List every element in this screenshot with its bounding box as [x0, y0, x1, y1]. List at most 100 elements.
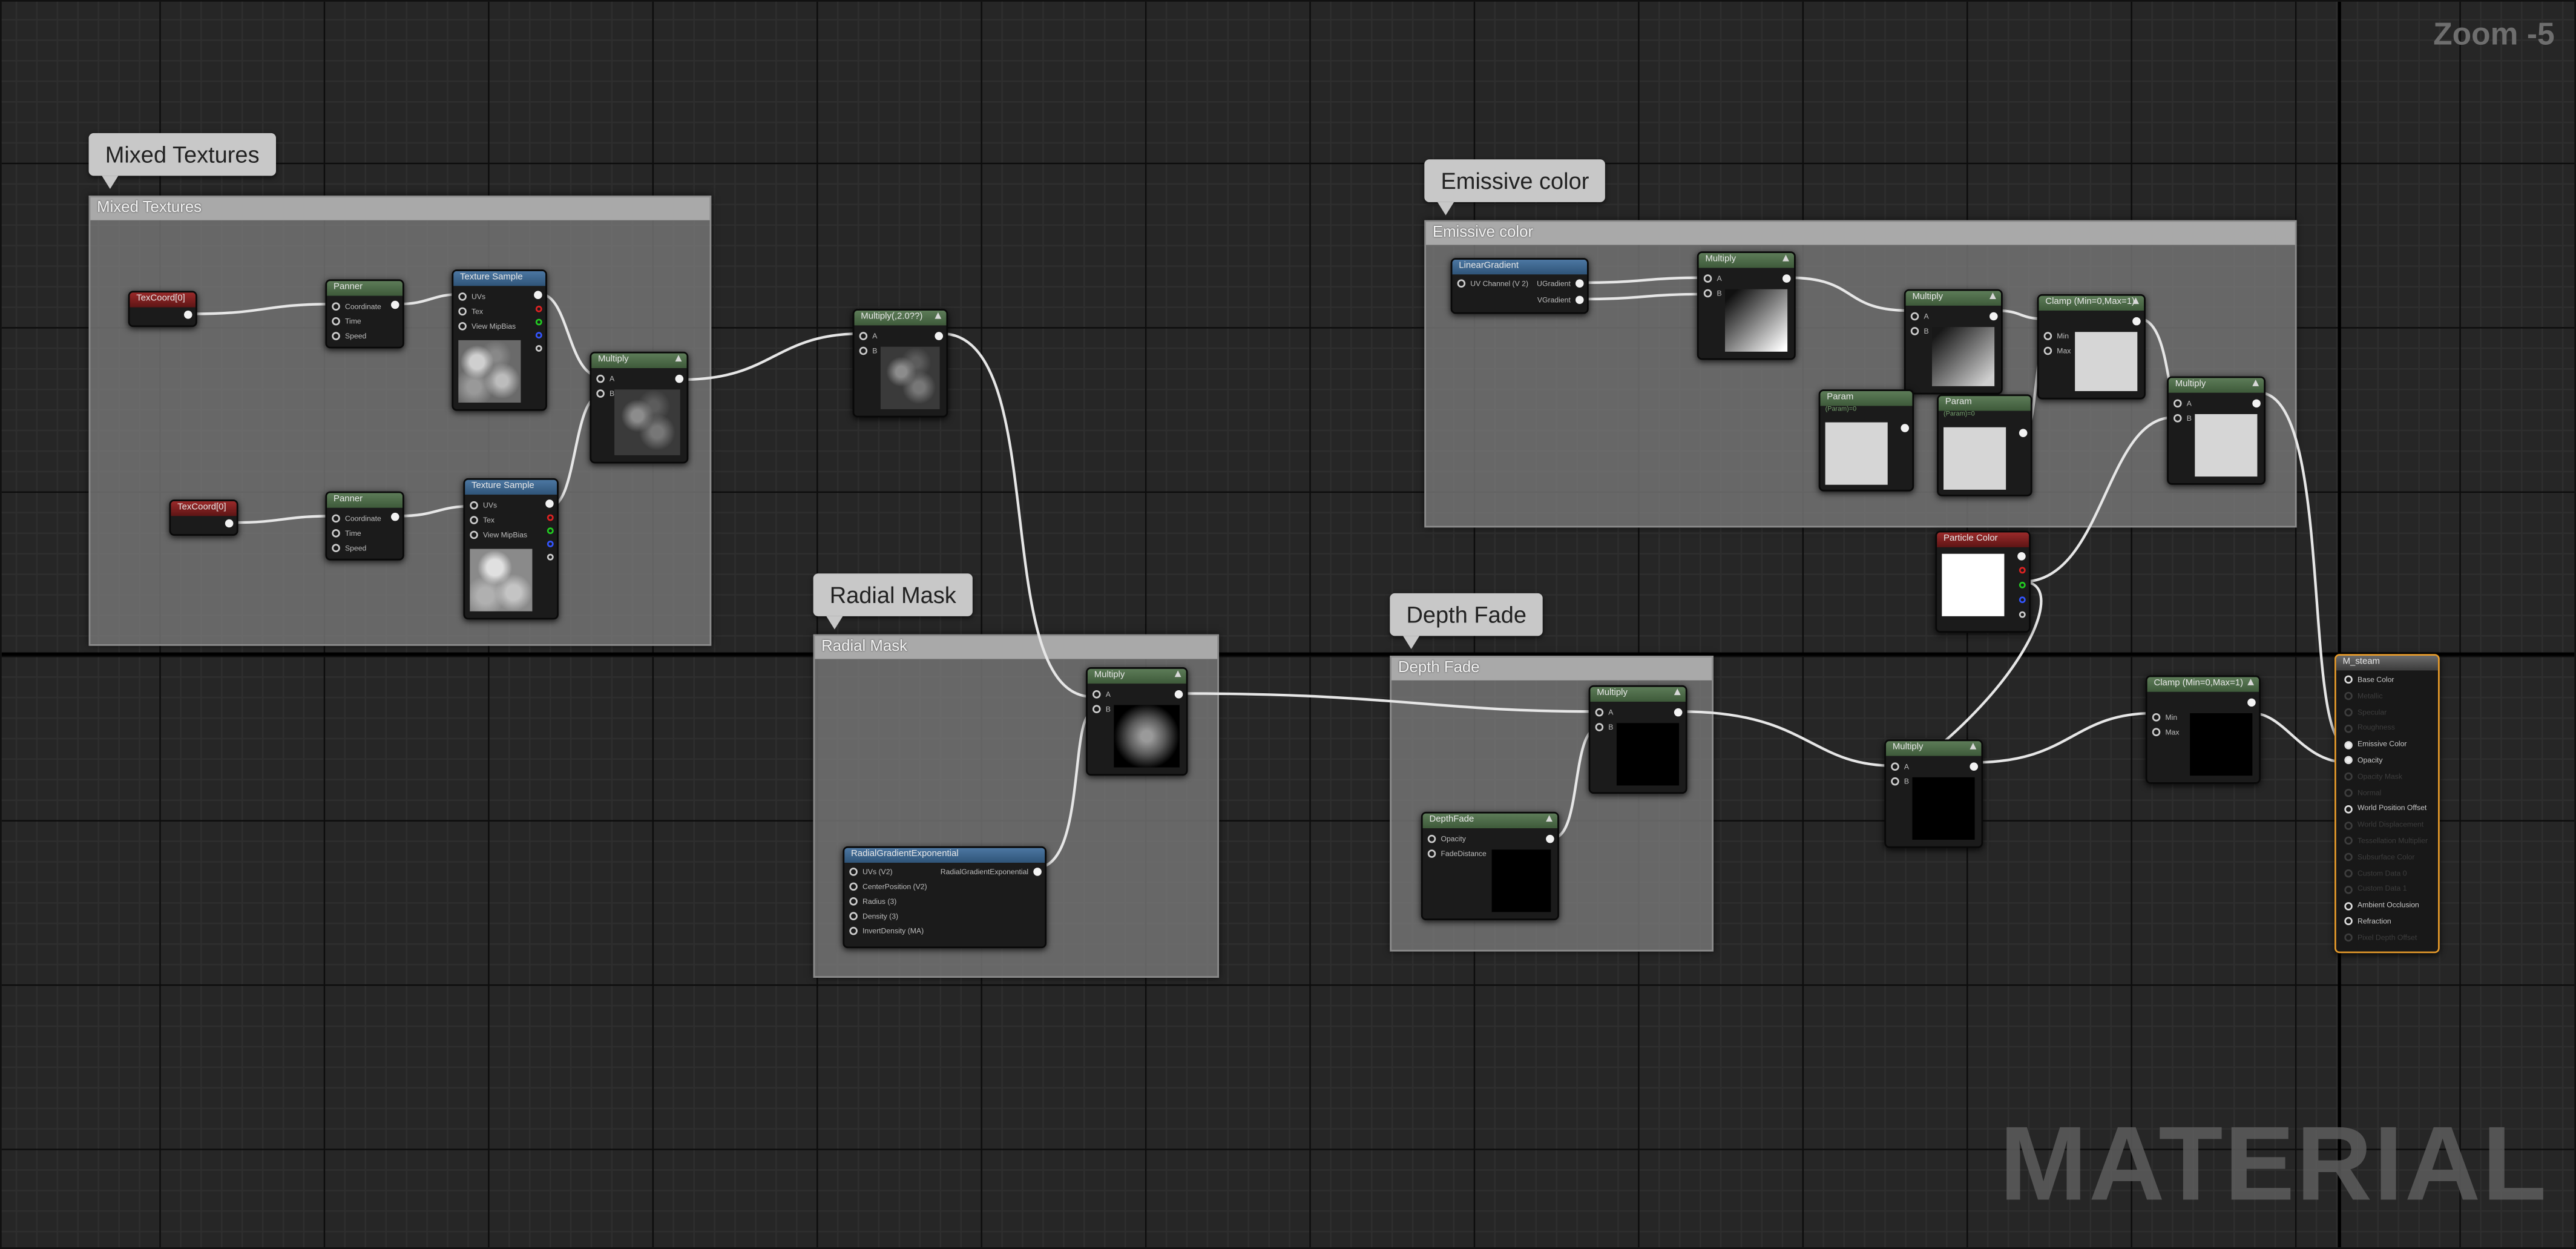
result-pin[interactable]: Subsurface Color	[2344, 852, 2414, 862]
collapse-arrow-icon[interactable]	[1174, 670, 1181, 677]
multiply-node[interactable]: Multiply A B	[1884, 739, 1983, 848]
collapse-arrow-icon[interactable]	[2132, 297, 2140, 305]
input-pin-a[interactable]: A	[2174, 400, 2192, 408]
input-pin-b[interactable]: B	[1595, 723, 1613, 732]
material-graph-canvas[interactable]: Zoom -5 MATERIAL Mixed Textures Mixed Te…	[0, 0, 2576, 1249]
input-pin-a[interactable]: A	[1092, 690, 1111, 699]
input-pin-speed[interactable]: Speed	[332, 544, 366, 553]
result-pin[interactable]: Refraction	[2344, 917, 2391, 926]
input-pin-uv-channel[interactable]: UV Channel (V 2)	[1457, 279, 1528, 288]
input-pin-tex[interactable]: Tex	[470, 516, 494, 525]
output-pin[interactable]	[1174, 690, 1183, 699]
result-pin[interactable]: Normal	[2344, 788, 2381, 797]
input-pin-min[interactable]: Min	[2043, 332, 2069, 341]
output-pin[interactable]	[675, 374, 684, 383]
multiply-node[interactable]: Multiply A B	[1588, 685, 1687, 794]
multiply-node[interactable]: Multiply A B	[2167, 376, 2266, 485]
result-pin[interactable]: Roughness	[2344, 723, 2395, 733]
panner-node[interactable]: Panner Coordinate Time Speed	[325, 491, 404, 561]
result-pin[interactable]: Opacity	[2344, 756, 2382, 765]
input-pin-max[interactable]: Max	[2043, 347, 2071, 356]
result-pin[interactable]: Custom Data 0	[2344, 869, 2407, 878]
output-pin[interactable]	[2019, 429, 2028, 438]
output-pin-b[interactable]	[535, 332, 542, 339]
result-pin[interactable]: World Position Offset	[2344, 804, 2426, 813]
result-pin[interactable]: Opacity Mask	[2344, 772, 2402, 781]
radial-gradient-exponential-node[interactable]: RadialGradientExponential UVs (V2) Cente…	[843, 846, 1047, 949]
multiply-node[interactable]: Multiply A B	[1697, 251, 1796, 360]
output-pin-a[interactable]	[535, 345, 542, 352]
collapse-arrow-icon[interactable]	[2247, 679, 2255, 685]
output-pin-r[interactable]	[2019, 567, 2026, 574]
output-pin-g[interactable]	[2019, 581, 2026, 588]
input-pin-b[interactable]: B	[1092, 705, 1111, 714]
input-pin-tex[interactable]: Tex	[458, 308, 483, 316]
clamp-node[interactable]: Clamp (Min=0,Max=1) Min Max	[2037, 294, 2146, 400]
output-pin[interactable]	[2252, 399, 2261, 408]
output-pin[interactable]	[1674, 708, 1683, 717]
result-pin[interactable]: Metallic	[2344, 691, 2382, 700]
result-pin[interactable]: Emissive Color	[2344, 740, 2407, 749]
output-pin[interactable]	[1033, 868, 1042, 876]
multiply-node[interactable]: Multiply A B	[1086, 667, 1188, 776]
output-pin[interactable]	[2247, 698, 2256, 707]
output-pin[interactable]	[1782, 274, 1791, 283]
texcoord-node[interactable]: TexCoord[0]	[128, 291, 197, 328]
texture-sample-node[interactable]: Texture Sample UVs Tex View MipBias	[463, 478, 559, 620]
collapse-arrow-icon[interactable]	[675, 355, 682, 362]
depth-fade-node[interactable]: DepthFade Opacity FadeDistance	[1421, 811, 1559, 921]
input-pin-a[interactable]: A	[1910, 312, 1929, 321]
input-pin-mipbias[interactable]: View MipBias	[470, 531, 527, 540]
collapse-arrow-icon[interactable]	[1990, 292, 1996, 300]
output-pin-b[interactable]	[2019, 596, 2026, 604]
output-pin-g[interactable]	[547, 527, 554, 535]
output-pin-g[interactable]	[535, 318, 542, 326]
output-pin[interactable]	[1990, 312, 1998, 321]
input-pin-b[interactable]: B	[2174, 414, 2192, 423]
collapse-arrow-icon[interactable]	[1674, 688, 1681, 696]
input-pin-a[interactable]: A	[1703, 274, 1722, 283]
panner-node[interactable]: Panner Coordinate Time Speed	[325, 279, 404, 349]
result-pin[interactable]: Specular	[2344, 708, 2387, 717]
input-pin-uvs[interactable]: UVs	[458, 292, 485, 302]
output-pin-b[interactable]	[547, 541, 554, 547]
output-pin[interactable]	[2132, 317, 2141, 326]
output-pin-rgb[interactable]	[534, 291, 542, 300]
collapse-arrow-icon[interactable]	[2252, 380, 2259, 386]
param-node[interactable]: Param (Param)=0	[1937, 394, 2032, 496]
input-pin-min[interactable]: Min	[2152, 713, 2177, 722]
output-pin-r[interactable]	[535, 305, 542, 312]
input-pin-b[interactable]: B	[859, 347, 877, 356]
output-pin[interactable]	[391, 300, 399, 309]
input-pin-density[interactable]: Density (3)	[849, 912, 898, 921]
input-pin-time[interactable]: Time	[332, 529, 361, 538]
output-pin[interactable]	[1546, 834, 1554, 843]
input-pin-b[interactable]: B	[1703, 289, 1722, 298]
input-pin-centerposition[interactable]: CenterPosition (V2)	[849, 883, 927, 891]
output-pin-rgb[interactable]	[2017, 552, 2026, 561]
clamp-node[interactable]: Clamp (Min=0,Max=1) Min Max	[2145, 675, 2261, 784]
result-pin[interactable]: Custom Data 1	[2344, 885, 2407, 894]
input-pin-uvs[interactable]: UVs (V2)	[849, 868, 893, 877]
input-pin-opacity[interactable]: Opacity	[1427, 835, 1466, 844]
input-pin-invertdensity[interactable]: InvertDensity (MA)	[849, 927, 924, 936]
output-pin-r[interactable]	[547, 514, 554, 521]
input-pin-mipbias[interactable]: View MipBias	[458, 322, 516, 331]
input-pin-coordinate[interactable]: Coordinate	[332, 302, 381, 311]
output-pin-a[interactable]	[547, 553, 554, 561]
multiply-node[interactable]: Multiply A B	[1904, 289, 2003, 395]
output-pin-a[interactable]	[2019, 611, 2026, 618]
input-pin-fadedistance[interactable]: FadeDistance	[1427, 849, 1487, 858]
output-pin-rgb[interactable]	[545, 499, 554, 508]
input-pin-max[interactable]: Max	[2152, 728, 2180, 737]
result-pin[interactable]: World Displacement	[2344, 820, 2423, 829]
input-pin-a[interactable]: A	[859, 332, 877, 341]
input-pin-speed[interactable]: Speed	[332, 332, 366, 341]
collapse-arrow-icon[interactable]	[1970, 742, 1977, 750]
result-pin[interactable]: Pixel Depth Offset	[2344, 933, 2417, 942]
input-pin-b[interactable]: B	[1891, 777, 1909, 786]
output-pin-ugradient[interactable]	[1576, 279, 1584, 288]
input-pin-a[interactable]: A	[596, 375, 614, 384]
input-pin-uvs[interactable]: UVs	[470, 501, 497, 510]
input-pin-a[interactable]: A	[1595, 708, 1613, 717]
